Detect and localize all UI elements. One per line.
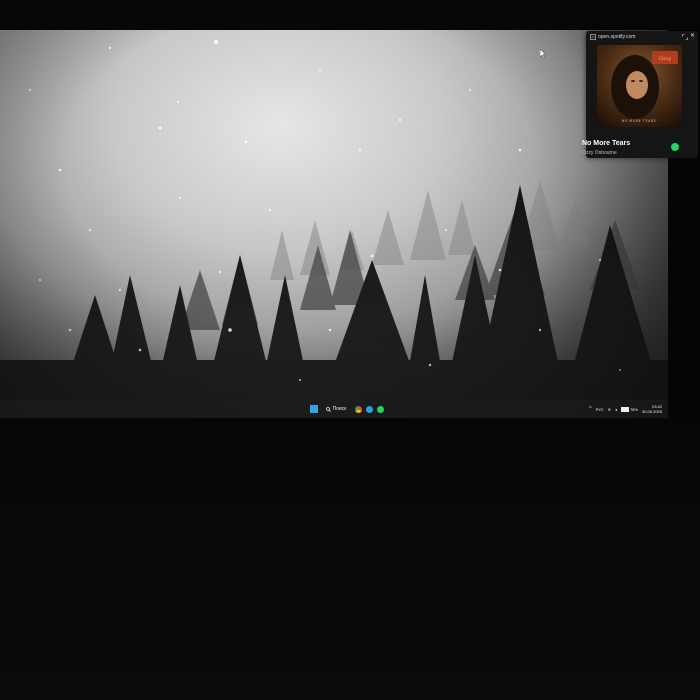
spotify-mini-player: open.spotify.com ✕ Ozzy NO MORE TEARS No… [582, 31, 698, 158]
screen-vignette [0, 30, 668, 418]
taskbar-app-telegram[interactable] [364, 403, 374, 415]
popup-url: open.spotify.com [598, 34, 636, 40]
taskbar-app-chrome[interactable] [353, 403, 363, 415]
desktop-wallpaper [0, 30, 668, 418]
system-tray: ^ РУС ≋ ◂ 78% 23:42 30.05.2025 [589, 403, 662, 415]
close-icon[interactable]: ✕ [689, 33, 696, 40]
track-artist[interactable]: Ozzy Osbourne [582, 150, 617, 156]
volume-icon[interactable]: ◂ [615, 407, 617, 412]
search-icon [325, 406, 331, 412]
wifi-icon[interactable]: ≋ [608, 407, 611, 412]
album-cover-art: Ozzy NO MORE TEARS [597, 45, 682, 127]
check-icon [672, 150, 678, 155]
svg-text:Ozzy: Ozzy [659, 56, 671, 62]
expand-icon[interactable] [682, 34, 688, 40]
track-title[interactable]: No More Tears [582, 140, 630, 147]
desk-area-below-monitor [0, 418, 700, 700]
chrome-icon [354, 405, 362, 413]
taskbar-search-button[interactable]: Поиск [323, 403, 349, 415]
language-indicator[interactable]: РУС [596, 407, 604, 412]
pip-icon[interactable] [590, 34, 596, 40]
monitor-bezel [0, 0, 700, 30]
spotify-icon [376, 405, 384, 413]
battery-icon [620, 406, 629, 412]
chevron-up-icon[interactable]: ^ [589, 406, 591, 412]
taskbar: Поиск ^ РУС ≋ ◂ 78% 23:42 30.05.2025 [0, 400, 668, 418]
battery-indicator[interactable]: 78% [620, 406, 638, 412]
start-icon [310, 405, 318, 413]
mouse-cursor-icon [540, 49, 546, 58]
clock[interactable]: 23:42 30.05.2025 [642, 404, 662, 414]
album-cover: Ozzy NO MORE TEARS [597, 45, 682, 127]
telegram-icon [365, 405, 373, 413]
search-label: Поиск [332, 406, 347, 412]
clock-date: 30.05.2025 [641, 409, 662, 414]
start-button[interactable] [308, 403, 320, 415]
liked-check-icon[interactable] [671, 143, 679, 155]
battery-percent: 78% [629, 406, 638, 412]
svg-text:NO MORE TEARS: NO MORE TEARS [622, 119, 657, 123]
taskbar-app-spotify[interactable] [375, 403, 385, 415]
mini-player-header: open.spotify.com ✕ [586, 31, 698, 44]
